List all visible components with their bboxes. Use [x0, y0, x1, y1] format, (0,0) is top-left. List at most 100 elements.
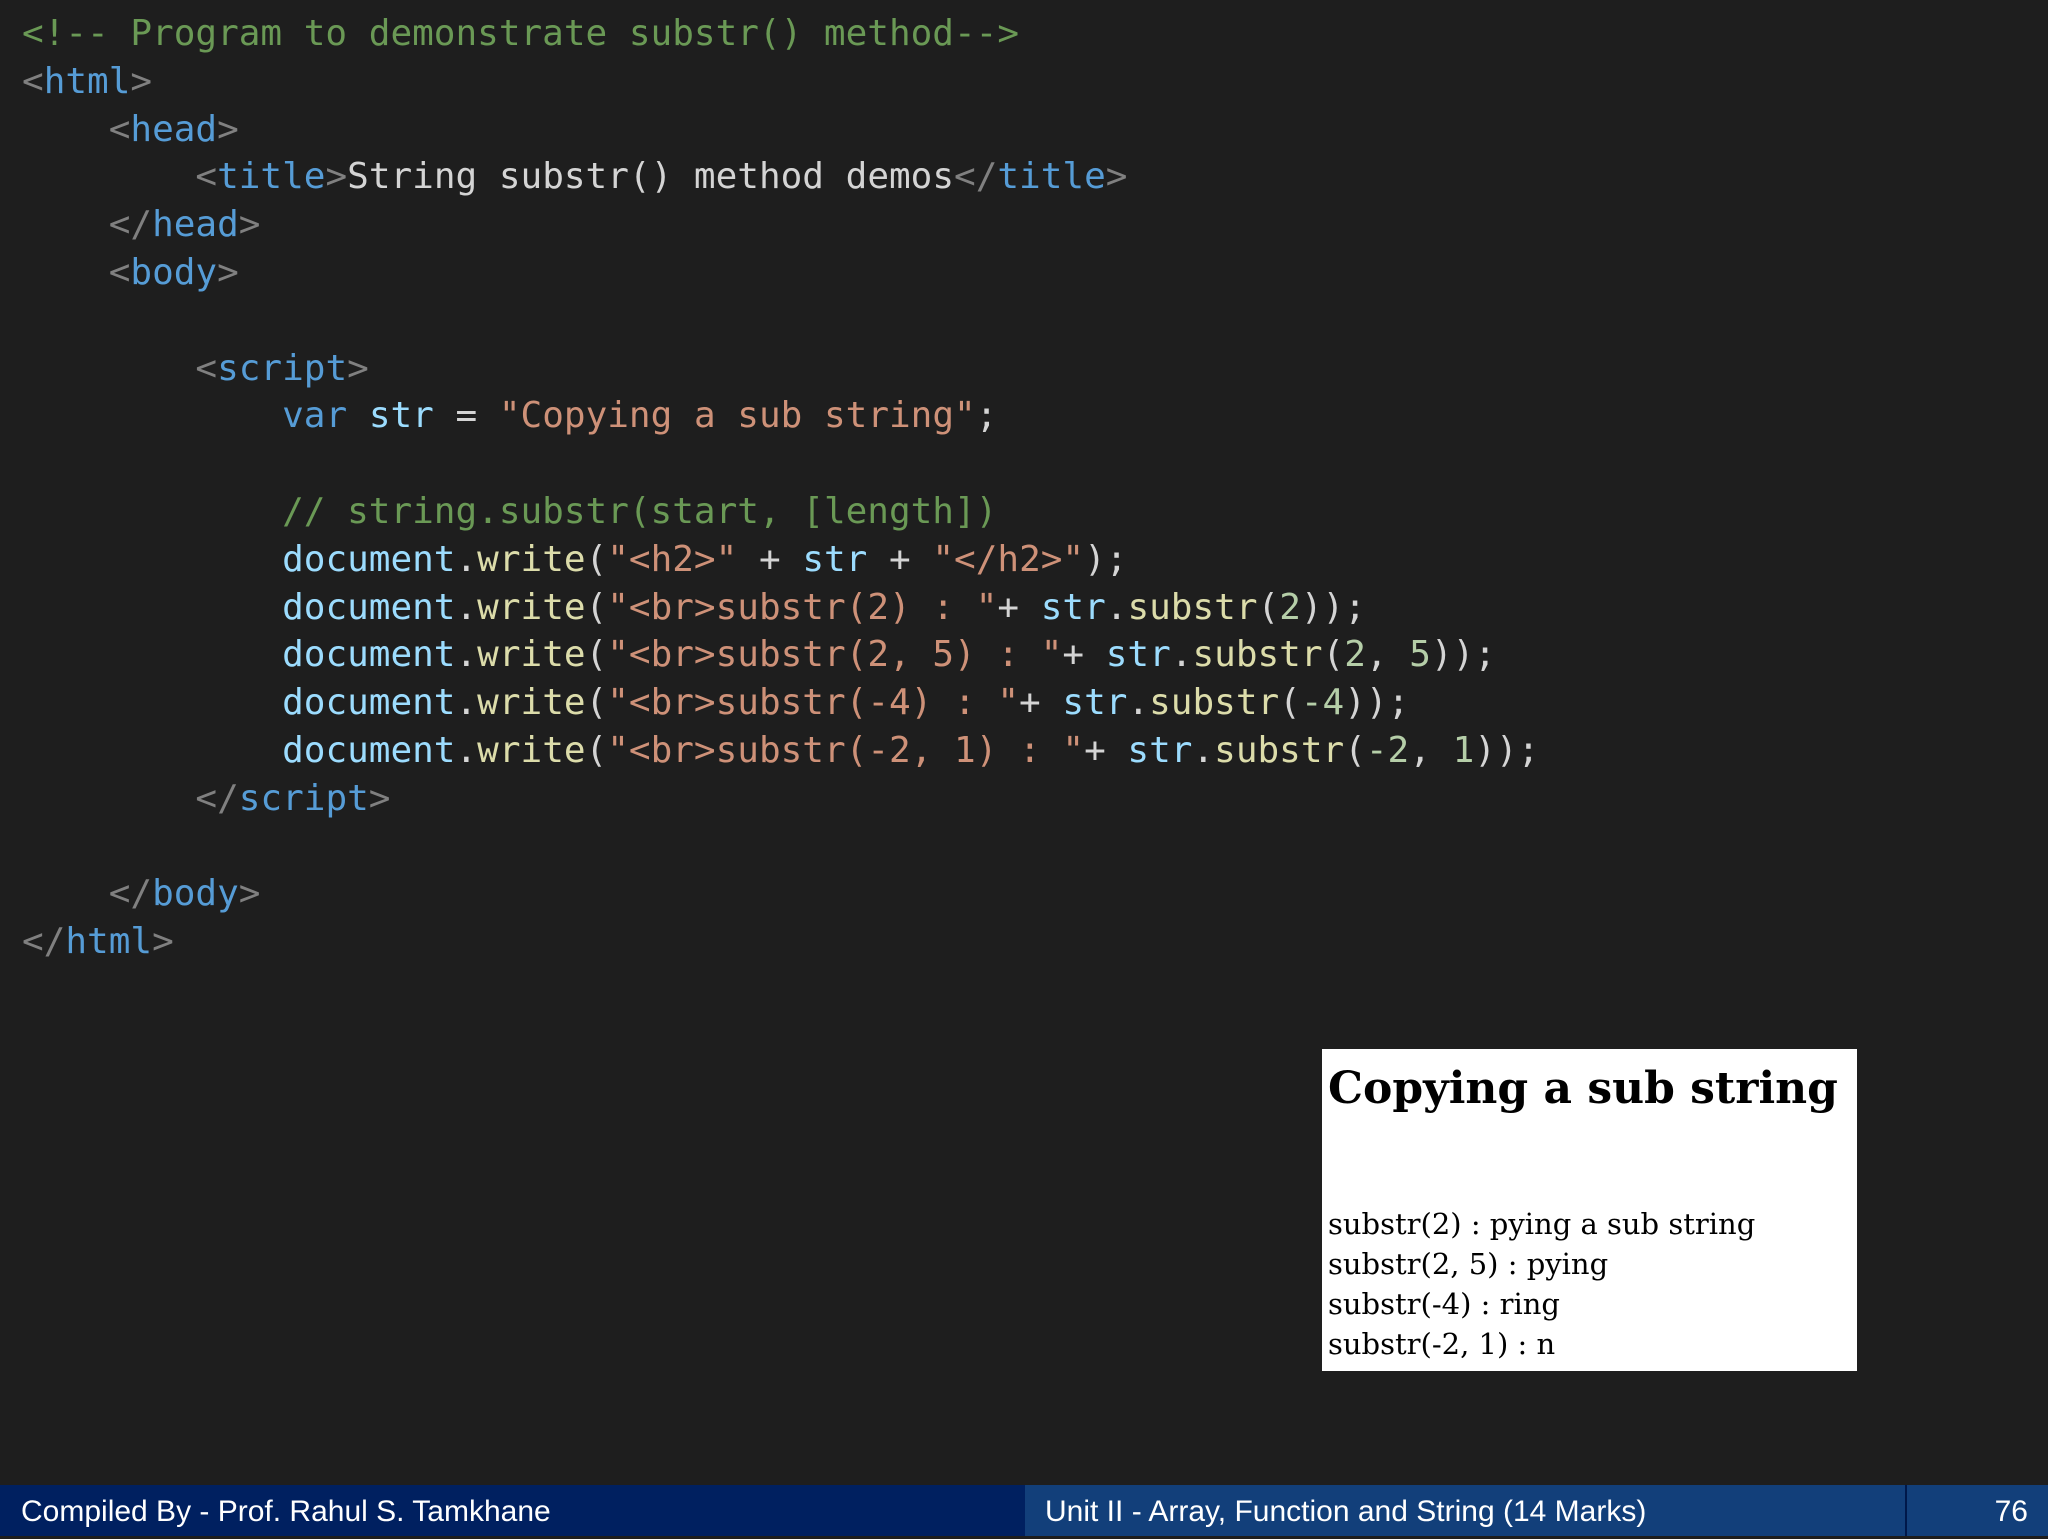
code-token: ( — [585, 634, 608, 676]
code-token: )); — [1344, 682, 1410, 724]
output-line: substr(2) : pying a sub string — [1328, 1207, 1756, 1241]
code-line: <head> — [22, 106, 1539, 154]
code-token: < — [108, 251, 131, 293]
code-token: document — [282, 729, 456, 771]
code-token: )); — [1474, 729, 1540, 771]
code-token: "Copying a sub string" — [498, 395, 976, 437]
code-token: String substr() method demos — [347, 156, 955, 198]
code-line: </html> — [22, 918, 1539, 966]
code-line: <title>String substr() method demos</tit… — [22, 153, 1539, 201]
code-token: . — [455, 586, 478, 628]
code-token: ( — [1279, 682, 1301, 724]
code-token: </ — [22, 921, 66, 963]
code-token: . — [1127, 682, 1150, 724]
code-token: . — [1105, 586, 1128, 628]
code-token: "<br>substr(2, 5) : " — [607, 634, 1063, 676]
code-token: str — [1040, 586, 1106, 628]
code-token: > — [238, 873, 261, 915]
code-token: script — [238, 777, 369, 819]
code-line: <script> — [22, 345, 1539, 393]
code-line: var str = "Copying a sub string"; — [22, 392, 1539, 440]
code-token: . — [1170, 634, 1193, 676]
code-token: < — [108, 108, 131, 150]
code-token: document — [282, 682, 456, 724]
code-token: < — [195, 156, 218, 198]
code-token: document — [282, 538, 456, 580]
code-token: title — [997, 156, 1106, 198]
code-token: )); — [1430, 634, 1496, 676]
code-token: + — [737, 538, 803, 580]
code-token: substr — [1192, 634, 1323, 676]
code-token: ); — [1084, 538, 1128, 580]
code-token: head — [152, 204, 239, 246]
code-token: ; — [975, 395, 998, 437]
code-token: ( — [585, 586, 608, 628]
footer-page-number: 76 — [1907, 1485, 2048, 1536]
code-token: ( — [585, 538, 608, 580]
code-line: </script> — [22, 775, 1539, 823]
code-token: </ — [195, 777, 239, 819]
code-token: + — [997, 586, 1041, 628]
code-token: write — [477, 586, 586, 628]
code-line: document.write("<br>substr(-4) : "+ str.… — [22, 679, 1539, 727]
code-token: </ — [954, 156, 998, 198]
code-token: > — [325, 156, 348, 198]
code-token: = — [433, 395, 499, 437]
code-line: <html> — [22, 58, 1539, 106]
code-token: substr — [1127, 586, 1258, 628]
code-token: <!-- Program to demonstrate substr() met… — [22, 13, 1019, 54]
footer-author: Compiled By - Prof. Rahul S. Tamkhane — [0, 1485, 1025, 1536]
browser-output-panel: Copying a sub string substr(2) : pying a… — [1322, 1049, 1857, 1371]
code-token: str — [1127, 729, 1193, 771]
code-line: // string.substr(start, [length]) — [22, 488, 1539, 536]
code-token: // string.substr(start, [length]) — [282, 490, 998, 532]
code-token: title — [217, 156, 326, 198]
code-token: html — [65, 921, 153, 963]
code-token: "<br>substr(2) : " — [607, 586, 998, 628]
code-token: < — [22, 60, 44, 102]
footer-unit-title: Unit II - Array, Function and String (14… — [1025, 1485, 1907, 1536]
code-token: , — [1365, 634, 1410, 676]
code-line: </body> — [22, 870, 1539, 918]
code-line: document.write("<br>substr(2, 5) : "+ st… — [22, 631, 1539, 679]
code-line: </head> — [22, 201, 1539, 249]
code-token: > — [347, 347, 369, 389]
code-token: 2 — [1344, 634, 1366, 676]
code-token: write — [477, 634, 586, 676]
code-line: <!-- Program to demonstrate substr() met… — [22, 10, 1539, 58]
code-token: body — [130, 251, 218, 293]
code-token: + — [1062, 634, 1106, 676]
output-heading: Copying a sub string — [1328, 1063, 1838, 1114]
code-editor: <!-- Program to demonstrate substr() met… — [22, 10, 1539, 966]
code-token: "</h2>" — [932, 538, 1085, 580]
code-token: body — [152, 873, 239, 915]
code-token: < — [195, 347, 218, 389]
code-token: head — [130, 108, 218, 150]
code-token: > — [368, 777, 391, 819]
code-line: document.write("<h2>" + str + "</h2>"); — [22, 536, 1539, 584]
code-line: <body> — [22, 249, 1539, 297]
code-token: </ — [108, 873, 153, 915]
code-token: . — [1192, 729, 1215, 771]
code-token: )); — [1300, 586, 1366, 628]
code-token: 2 — [1279, 586, 1301, 628]
code-token: ( — [1322, 634, 1345, 676]
code-token: ( — [1344, 729, 1366, 771]
code-token: . — [455, 682, 478, 724]
code-token: , — [1409, 729, 1453, 771]
code-token: substr — [1149, 682, 1280, 724]
code-token: . — [455, 634, 478, 676]
code-token: + — [867, 538, 933, 580]
code-token: str — [368, 395, 434, 437]
code-token: write — [477, 682, 586, 724]
code-token: write — [477, 538, 586, 580]
